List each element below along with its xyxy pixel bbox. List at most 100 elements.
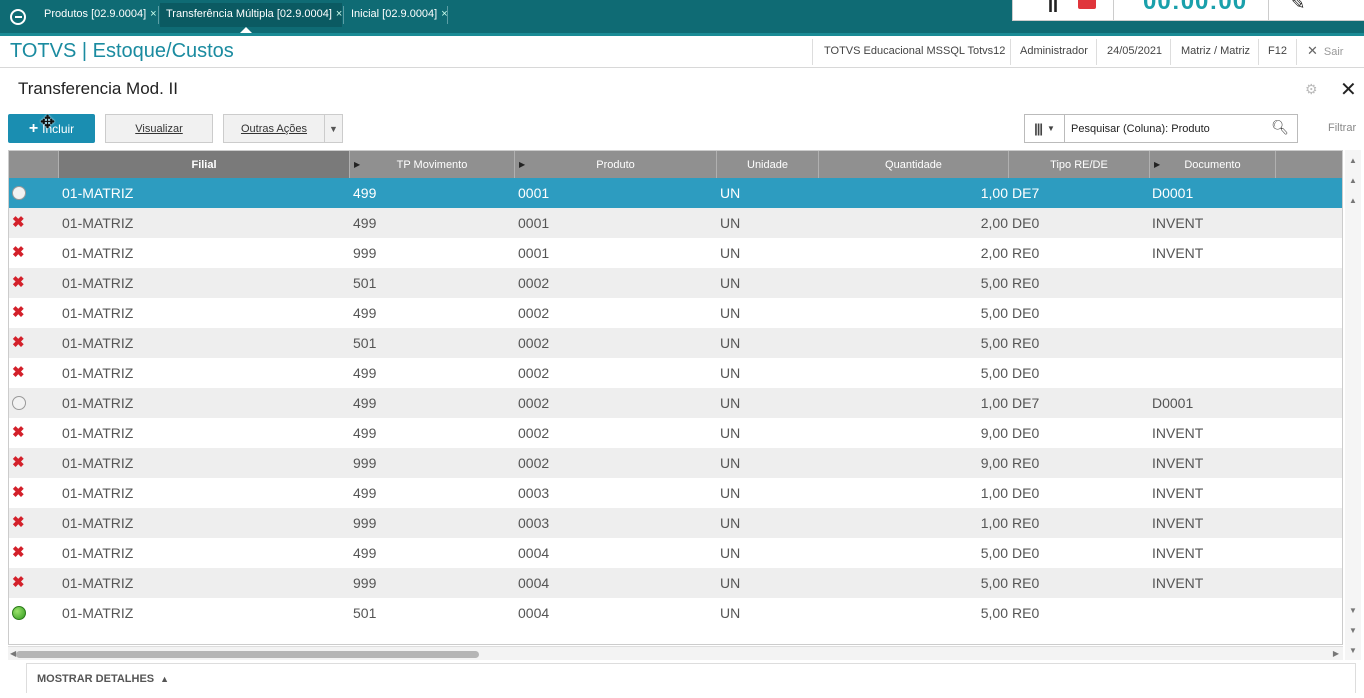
cell-qtd: 5,00	[980, 365, 1008, 381]
recorder-widget: II 00:00:00 ✎	[1012, 0, 1364, 21]
scroll-down-icon[interactable]: ▼	[1347, 626, 1359, 635]
table-row[interactable]: ✖ 01-MATRIZ 501 0002 UN 5,00 RE0	[9, 328, 1342, 358]
cell-unidade: UN	[720, 515, 741, 531]
branch-label[interactable]: Matriz / Matriz	[1181, 45, 1250, 57]
table-row[interactable]: ✖ 01-MATRIZ 999 0003 UN 1,00 RE0 INVENT	[9, 508, 1342, 538]
cell-unidade: UN	[720, 335, 741, 351]
table-row[interactable]: 01-MATRIZ 501 0004 UN 5,00 RE0	[9, 598, 1342, 628]
app-header: TOTVS | Estoque/Custos TOTVS Educacional…	[0, 33, 1364, 68]
date-label: 24/05/2021	[1107, 45, 1163, 57]
chevron-down-icon[interactable]: ▼	[324, 115, 342, 142]
cell-produto: 0001	[518, 245, 550, 261]
cell-qtd: 1,00	[980, 515, 1008, 531]
chevron-up-icon: ▲	[160, 674, 170, 684]
show-details-toggle[interactable]: MOSTRAR DETALHES ▲	[26, 663, 1356, 693]
table-row[interactable]: ✖ 01-MATRIZ 499 0003 UN 1,00 DE0 INVENT	[9, 478, 1342, 508]
column-header-quantidade[interactable]: Quantidade	[819, 151, 1009, 178]
cell-tp: 499	[353, 425, 377, 441]
error-status-icon: ✖	[12, 484, 25, 501]
view-button[interactable]: Visualizar	[105, 114, 213, 143]
cell-produto: 0002	[518, 305, 550, 321]
error-status-icon: ✖	[12, 214, 25, 231]
cell-unidade: UN	[720, 545, 741, 561]
table-row[interactable]: ✖ 01-MATRIZ 501 0002 UN 5,00 RE0	[9, 268, 1342, 298]
error-status-icon: ✖	[12, 574, 25, 591]
cell-doc: INVENT	[1152, 485, 1204, 501]
gear-icon[interactable]: ⚙	[1305, 81, 1318, 98]
table-row[interactable]: ✖ 01-MATRIZ 499 0002 UN 5,00 DE0	[9, 298, 1342, 328]
column-label: Produto	[596, 158, 635, 171]
cell-tp: 999	[353, 455, 377, 471]
scroll-up-icon[interactable]: ▲	[1347, 196, 1359, 205]
search-icon[interactable]: 🔍︎	[1271, 119, 1289, 136]
f12-shortcut[interactable]: F12	[1268, 45, 1287, 57]
tab-label: Inicial [02.9.0004]	[351, 8, 438, 20]
column-selector-button[interactable]: ||| ▼	[1025, 115, 1065, 142]
totvs-logo-icon[interactable]	[0, 0, 36, 33]
cell-tipo: DE7	[1012, 185, 1040, 201]
tab-label: Transferência Múltipla [02.9.0004]	[166, 8, 332, 20]
scroll-thumb[interactable]	[16, 651, 479, 658]
cell-doc: D0001	[1152, 185, 1194, 201]
pen-icon[interactable]: ✎	[1291, 0, 1305, 14]
app-title: TOTVS | Estoque/Custos	[10, 40, 234, 62]
cell-qtd: 5,00	[980, 275, 1008, 291]
error-status-icon: ✖	[12, 544, 25, 561]
column-header-tp-movimento[interactable]: ▶ TP Movimento	[350, 151, 515, 178]
table-row[interactable]: ✖ 01-MATRIZ 999 0001 UN 2,00 RE0 INVENT	[9, 238, 1342, 268]
view-label: Visualizar	[135, 122, 183, 135]
horizontal-scrollbar[interactable]: ◀ ▶	[8, 646, 1343, 660]
pause-icon[interactable]: II	[1048, 0, 1058, 17]
tab-produtos[interactable]: Produtos [02.9.0004] ×	[38, 3, 157, 27]
cell-filial: 01-MATRIZ	[62, 245, 134, 261]
column-header-unidade[interactable]: Unidade	[717, 151, 819, 178]
cell-unidade: UN	[720, 575, 741, 591]
cell-doc: INVENT	[1152, 425, 1204, 441]
table-row[interactable]: ✖ 01-MATRIZ 499 0002 UN 5,00 DE0	[9, 358, 1342, 388]
cell-filial: 01-MATRIZ	[62, 515, 134, 531]
table-row[interactable]: ✖ 01-MATRIZ 999 0002 UN 9,00 RE0 INVENT	[9, 448, 1342, 478]
stop-icon[interactable]	[1078, 0, 1096, 9]
filter-button[interactable]: Filtrar	[1328, 122, 1356, 134]
exit-button[interactable]: ✕ Sair	[1307, 43, 1343, 59]
cell-tp: 999	[353, 515, 377, 531]
chevron-down-icon: ▼	[1047, 124, 1055, 133]
vertical-scrollbar[interactable]: ▲ ▲ ▲ ▼ ▼ ▼	[1345, 150, 1361, 660]
close-tab-icon[interactable]: ×	[336, 8, 342, 20]
recorder-time: 00:00:00	[1143, 0, 1248, 15]
close-icon[interactable]: ✕	[1340, 77, 1357, 102]
cell-tp: 501	[353, 275, 377, 291]
scroll-bottom-icon[interactable]: ▼	[1347, 646, 1359, 655]
column-header-filial[interactable]: Filial	[59, 151, 350, 178]
cell-tipo: RE0	[1012, 455, 1040, 471]
move-cursor-icon: ✥	[40, 112, 56, 132]
pending-status-icon	[12, 186, 26, 200]
cell-qtd: 9,00	[980, 455, 1008, 471]
cell-unidade: UN	[720, 395, 741, 411]
scroll-right-icon[interactable]: ▶	[1333, 649, 1339, 658]
column-header-produto[interactable]: ▶ Produto	[515, 151, 717, 178]
cell-filial: 01-MATRIZ	[62, 305, 134, 321]
search-input[interactable]: Pesquisar (Coluna): Produto	[1071, 123, 1210, 135]
cell-filial: 01-MATRIZ	[62, 365, 134, 381]
data-grid: Filial ▶ TP Movimento ▶ Produto Unidade Qu…	[8, 150, 1343, 645]
scroll-up-icon[interactable]: ▲	[1347, 176, 1359, 185]
search-box[interactable]: ||| ▼ Pesquisar (Coluna): Produto 🔍︎	[1024, 114, 1298, 143]
table-row[interactable]: ✖ 01-MATRIZ 499 0004 UN 5,00 DE0 INVENT	[9, 538, 1342, 568]
table-row[interactable]: 01-MATRIZ 499 0002 UN 1,00 DE7 D0001	[9, 388, 1342, 418]
table-row[interactable]: 01-MATRIZ 499 0001 UN 1,00 DE7 D0001	[9, 178, 1342, 208]
other-actions-button[interactable]: Outras Ações ▼	[223, 114, 343, 143]
table-row[interactable]: ✖ 01-MATRIZ 999 0004 UN 5,00 RE0 INVENT	[9, 568, 1342, 598]
column-header-tipo-re-de[interactable]: Tipo RE/DE	[1009, 151, 1150, 178]
tab-inicial[interactable]: Inicial [02.9.0004] ×	[345, 3, 448, 27]
scroll-top-icon[interactable]: ▲	[1347, 156, 1359, 165]
tab-transferencia-multipla[interactable]: Transferência Múltipla [02.9.0004] ×	[160, 3, 343, 33]
close-tab-icon[interactable]: ×	[150, 8, 156, 20]
table-row[interactable]: ✖ 01-MATRIZ 499 0001 UN 2,00 DE0 INVENT	[9, 208, 1342, 238]
show-details-label: MOSTRAR DETALHES	[37, 673, 155, 685]
table-row[interactable]: ✖ 01-MATRIZ 499 0002 UN 9,00 DE0 INVENT	[9, 418, 1342, 448]
cell-qtd: 5,00	[980, 305, 1008, 321]
column-label: TP Movimento	[396, 158, 468, 171]
column-header-documento[interactable]: ▶ Documento	[1150, 151, 1276, 178]
scroll-down-icon[interactable]: ▼	[1347, 606, 1359, 615]
